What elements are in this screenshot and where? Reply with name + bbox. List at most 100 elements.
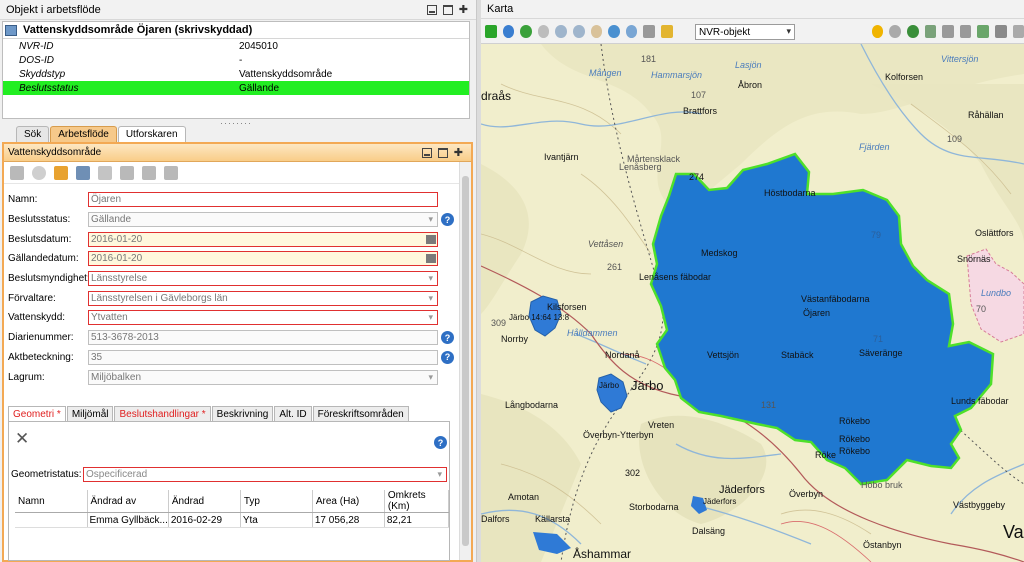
field-aktbeteckning: Aktbeteckning: 35? (8, 348, 454, 368)
pin-icon[interactable]: ✚ (459, 4, 468, 15)
draw-line-icon[interactable] (977, 24, 989, 38)
column-header[interactable]: Ändrad (168, 490, 241, 513)
up-icon[interactable] (871, 24, 884, 38)
stop-icon[interactable] (889, 24, 901, 38)
minimize-icon[interactable] (421, 147, 432, 158)
table-row[interactable]: Emma Gyllbäck... 2016-02-29 Yta 17 056,2… (15, 512, 450, 528)
map-label: 70 (976, 304, 986, 314)
diarienummer-input[interactable]: 513-3678-2013 (88, 330, 438, 346)
forward-icon[interactable] (537, 24, 550, 38)
namn-input[interactable]: Öjaren (88, 192, 438, 208)
box-icon[interactable] (164, 165, 178, 180)
attribute-row[interactable]: DOS-ID - (3, 53, 469, 67)
geometry-status-select[interactable]: Ospecificerad (83, 467, 447, 482)
xy-icon[interactable] (906, 24, 919, 38)
zoom-extent-icon[interactable] (643, 24, 655, 38)
object-attribute-panel: Vattenskyddsområde Öjaren (skrivskyddad)… (2, 21, 470, 119)
pan-icon[interactable] (590, 24, 603, 38)
globe-icon[interactable] (502, 24, 515, 38)
map-label: Kolforsen (885, 72, 923, 82)
map-title: Karta (487, 3, 514, 15)
object-panel-title: Objekt i arbetsflöde (6, 3, 101, 16)
attribute-row[interactable]: Skyddstyp Vattenskyddsområde (3, 67, 469, 81)
attribute-key: DOS-ID (19, 54, 54, 66)
map-label: Kilsforsen (547, 302, 587, 312)
column-header[interactable]: Ändrad av (87, 490, 169, 513)
help-icon[interactable]: ? (441, 350, 454, 364)
pin-icon[interactable]: ✚ (454, 147, 463, 158)
beslutsdatum-input[interactable]: 2016-01-20 (88, 231, 438, 247)
tool-icon[interactable] (1012, 24, 1024, 38)
tab-miljomal[interactable]: Miljömål (66, 406, 114, 421)
vattenskydd-select[interactable]: Ytvatten (88, 310, 438, 326)
lagrum-select[interactable]: Miljöbalken (88, 369, 438, 385)
draw-icon[interactable] (98, 165, 112, 180)
column-header[interactable]: Typ (240, 490, 313, 513)
map-label: 261 (607, 262, 622, 272)
geometry-table: Namn Ändrad av Ändrad Typ Area (Ha) Omkr… (15, 490, 450, 528)
maximize-icon[interactable] (437, 147, 448, 158)
edit-geometry-icon[interactable] (54, 165, 68, 180)
select-icon[interactable] (660, 24, 673, 38)
tab-beslutshandlingar[interactable]: Beslutshandlingar * (114, 406, 211, 421)
forvaltare-select[interactable]: Länsstyrelsen i Gävleborgs län (88, 290, 438, 306)
erase-icon[interactable] (994, 24, 1007, 38)
tab-geometri[interactable]: Geometri * (8, 406, 66, 421)
delete-icon[interactable]: ✕ (15, 430, 29, 447)
help-icon[interactable]: ? (441, 331, 454, 345)
attribute-row-selected[interactable]: Beslutsstatus Gällande (3, 81, 469, 95)
measure-icon[interactable] (625, 24, 638, 38)
identify-icon[interactable] (608, 24, 620, 38)
minimize-icon[interactable] (426, 4, 437, 15)
select-feature-icon[interactable] (924, 24, 937, 38)
tab-foreskriftsomraden[interactable]: Föreskriftsområden (312, 406, 409, 421)
zoom-out-icon[interactable] (572, 24, 585, 38)
undo-icon[interactable] (32, 165, 46, 180)
beslutsstatus-select[interactable]: Gällande (88, 212, 438, 228)
object-title: Vattenskyddsområde Öjaren (skrivskyddad) (23, 24, 253, 36)
help-icon[interactable]: ? (434, 436, 447, 449)
attribute-value: Gällande (239, 82, 280, 94)
layer-select[interactable]: NVR-objekt (695, 24, 795, 40)
tab-utforskaren[interactable]: Utforskaren (117, 126, 186, 142)
map-label: Va (1003, 522, 1024, 542)
back-icon[interactable] (520, 24, 532, 38)
map-label: Västbyggeby (953, 500, 1006, 510)
column-header[interactable]: Namn (15, 490, 88, 513)
map-label: Stabäck (781, 350, 814, 360)
object-header[interactable]: Vattenskyddsområde Öjaren (skrivskyddad) (3, 22, 469, 39)
column-header[interactable]: Omkrets (Km) (384, 490, 450, 513)
resize-grip[interactable]: ········ (220, 118, 252, 128)
map-label: Öjaren (803, 308, 830, 318)
field-namn: Namn: Öjaren (8, 190, 454, 210)
map-label: Västanfäbodarna (801, 294, 870, 304)
form-scrollbar[interactable] (459, 162, 471, 560)
clip-icon[interactable] (142, 165, 156, 180)
beslutsmyndighet-select[interactable]: Länsstyrelse (88, 271, 438, 287)
map-label: 79 (871, 230, 881, 240)
cut-icon[interactable] (959, 24, 972, 38)
maximize-icon[interactable] (442, 4, 453, 15)
map-label: Rökebo (839, 446, 870, 456)
save-icon[interactable] (10, 165, 24, 180)
zoom-in-icon[interactable] (555, 24, 567, 38)
map-canvas[interactable]: draås 181 Hammarsjön Mången Lasjön Åbron… (481, 44, 1024, 562)
map-label: 71 (873, 334, 883, 344)
map-label: Storbodarna (629, 502, 679, 512)
form-fields: Namn: Öjaren Beslutsstatus: Gällande? Besl… (8, 190, 454, 387)
edit-icon[interactable] (942, 24, 954, 38)
tab-arbetsflode[interactable]: Arbetsflöde (50, 126, 117, 142)
gallandedatum-input[interactable]: 2016-01-20 (88, 251, 438, 267)
column-header[interactable]: Area (Ha) (312, 490, 385, 513)
map-label: Dalsäng (692, 526, 725, 536)
view-icon[interactable] (76, 165, 90, 180)
tab-alt-id[interactable]: Alt. ID (274, 406, 312, 421)
help-icon[interactable]: ? (441, 213, 454, 227)
tab-sok[interactable]: Sök (16, 126, 50, 142)
tools-icon[interactable] (120, 165, 134, 180)
tab-beskrivning[interactable]: Beskrivning (211, 406, 274, 421)
map-label: Norrby (501, 334, 529, 344)
attribute-row[interactable]: NVR-ID 2045010 (3, 39, 469, 53)
aktbeteckning-input[interactable]: 35 (88, 349, 438, 365)
add-icon[interactable] (485, 24, 497, 38)
